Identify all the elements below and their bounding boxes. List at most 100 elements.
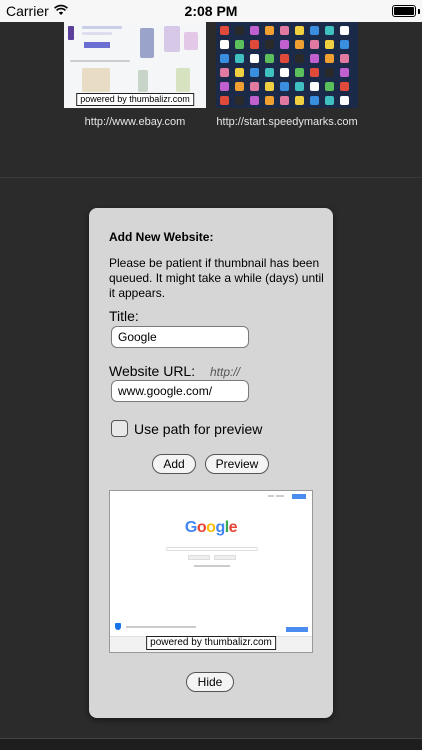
bookmark-tile (280, 96, 289, 105)
bookmark-tile (220, 82, 229, 91)
google-link-shape (268, 495, 274, 497)
ebay-plant-image (176, 68, 190, 92)
bookmark-tile (310, 54, 319, 63)
add-website-dialog: Add New Website: Please be patient if th… (89, 208, 333, 718)
bookmark-tile (310, 82, 319, 91)
thumbnail-speedymarks[interactable] (216, 22, 358, 108)
ebay-vase-image (138, 70, 148, 92)
bottom-bar (0, 738, 422, 750)
google-button-shape (286, 627, 308, 632)
url-input[interactable] (111, 380, 249, 402)
bookmark-tile (265, 54, 274, 63)
bookmark-tile (325, 82, 334, 91)
ebay-product-image (184, 32, 198, 50)
bookmark-tile (340, 82, 349, 91)
ebay-product-image (140, 28, 154, 58)
bookmark-tile (295, 82, 304, 91)
google-link-shape (276, 495, 284, 497)
bookmark-tile (265, 26, 274, 35)
bookmark-tile (250, 40, 259, 49)
add-button[interactable]: Add (152, 454, 196, 474)
bookmark-tile (220, 96, 229, 105)
bookmark-tile (220, 40, 229, 49)
ebay-text-line (70, 60, 130, 62)
bookmark-tile (220, 68, 229, 77)
bookmark-tile (220, 54, 229, 63)
bookmark-tile (340, 68, 349, 77)
ebay-flower-image (82, 68, 110, 92)
bookmark-tile (265, 82, 274, 91)
bookmark-tile (250, 26, 259, 35)
bookmark-tile (325, 26, 334, 35)
bookmark-tile (265, 40, 274, 49)
bookmark-tile (295, 96, 304, 105)
bookmark-tile (340, 40, 349, 49)
bookmark-tile (295, 26, 304, 35)
bookmark-tile (280, 26, 289, 35)
bookmark-tile (295, 68, 304, 77)
dialog-message: Please be patient if thumbnail has been … (109, 256, 324, 300)
ebay-text-line (82, 32, 112, 35)
bookmark-tile (250, 82, 259, 91)
title-input[interactable] (111, 326, 249, 348)
title-label: Title: (109, 308, 139, 324)
bookmark-tile (325, 96, 334, 105)
google-logo: Google (184, 519, 238, 536)
google-text-shape (126, 626, 196, 628)
bookmark-tile (250, 96, 259, 105)
bookmark-tile (250, 54, 259, 63)
bookmark-tile (280, 82, 289, 91)
url-hint: http:// (210, 365, 241, 379)
bookmark-tile (325, 40, 334, 49)
google-signin-shape (292, 494, 306, 499)
preview-thumbnail: Google powered by thumbalizr.com (109, 490, 313, 653)
bookmark-tile (340, 54, 349, 63)
bookmark-tile (250, 68, 259, 77)
bookmark-tile (235, 54, 244, 63)
bookmark-tile (295, 54, 304, 63)
bookmark-tile (235, 82, 244, 91)
battery-icon (392, 5, 416, 17)
google-search-button-shape (188, 555, 210, 560)
bookmark-tile (280, 54, 289, 63)
bookmark-tile (325, 54, 334, 63)
powered-by-label: powered by thumbalizr.com (76, 93, 194, 106)
bookmark-tile (310, 40, 319, 49)
dialog-heading: Add New Website: (109, 230, 214, 244)
bookmark-tile (295, 40, 304, 49)
bookmark-tile (310, 96, 319, 105)
bookmark-tile (235, 96, 244, 105)
thumbnail-ebay[interactable]: powered by thumbalizr.com (64, 22, 206, 108)
bookmark-tile (280, 40, 289, 49)
shield-icon (115, 623, 121, 630)
bookmark-tile (340, 96, 349, 105)
bookmark-tile (325, 68, 334, 77)
bookmark-tile (340, 26, 349, 35)
ebay-button-shape (84, 42, 110, 48)
google-lucky-button-shape (214, 555, 236, 560)
bookmark-tile (235, 40, 244, 49)
clock: 2:08 PM (184, 3, 238, 19)
bookmark-tile (310, 26, 319, 35)
powered-by-label: powered by thumbalizr.com (146, 636, 276, 650)
thumbnail-grid: powered by thumbalizr.com http://www.eba… (0, 22, 422, 178)
status-bar: Carrier 2:08 PM (0, 0, 422, 22)
bookmark-tile (235, 26, 244, 35)
bookmark-tile (265, 68, 274, 77)
use-path-label[interactable]: Use path for preview (134, 421, 262, 437)
google-text-shape (194, 565, 230, 567)
ebay-product-image (164, 26, 180, 52)
hide-button[interactable]: Hide (186, 672, 234, 692)
bookmark-tile (265, 96, 274, 105)
thumbnail-caption[interactable]: http://start.speedymarks.com (197, 116, 377, 128)
battery-tip (418, 9, 420, 14)
url-label: Website URL: (109, 363, 196, 379)
use-path-checkbox[interactable] (111, 420, 128, 437)
bookmark-tile (220, 26, 229, 35)
ebay-text-line (82, 26, 122, 29)
ebay-logo-block (68, 26, 74, 40)
bookmark-tile (235, 68, 244, 77)
bookmark-tile (280, 68, 289, 77)
bookmark-tile (310, 68, 319, 77)
preview-button[interactable]: Preview (205, 454, 269, 474)
